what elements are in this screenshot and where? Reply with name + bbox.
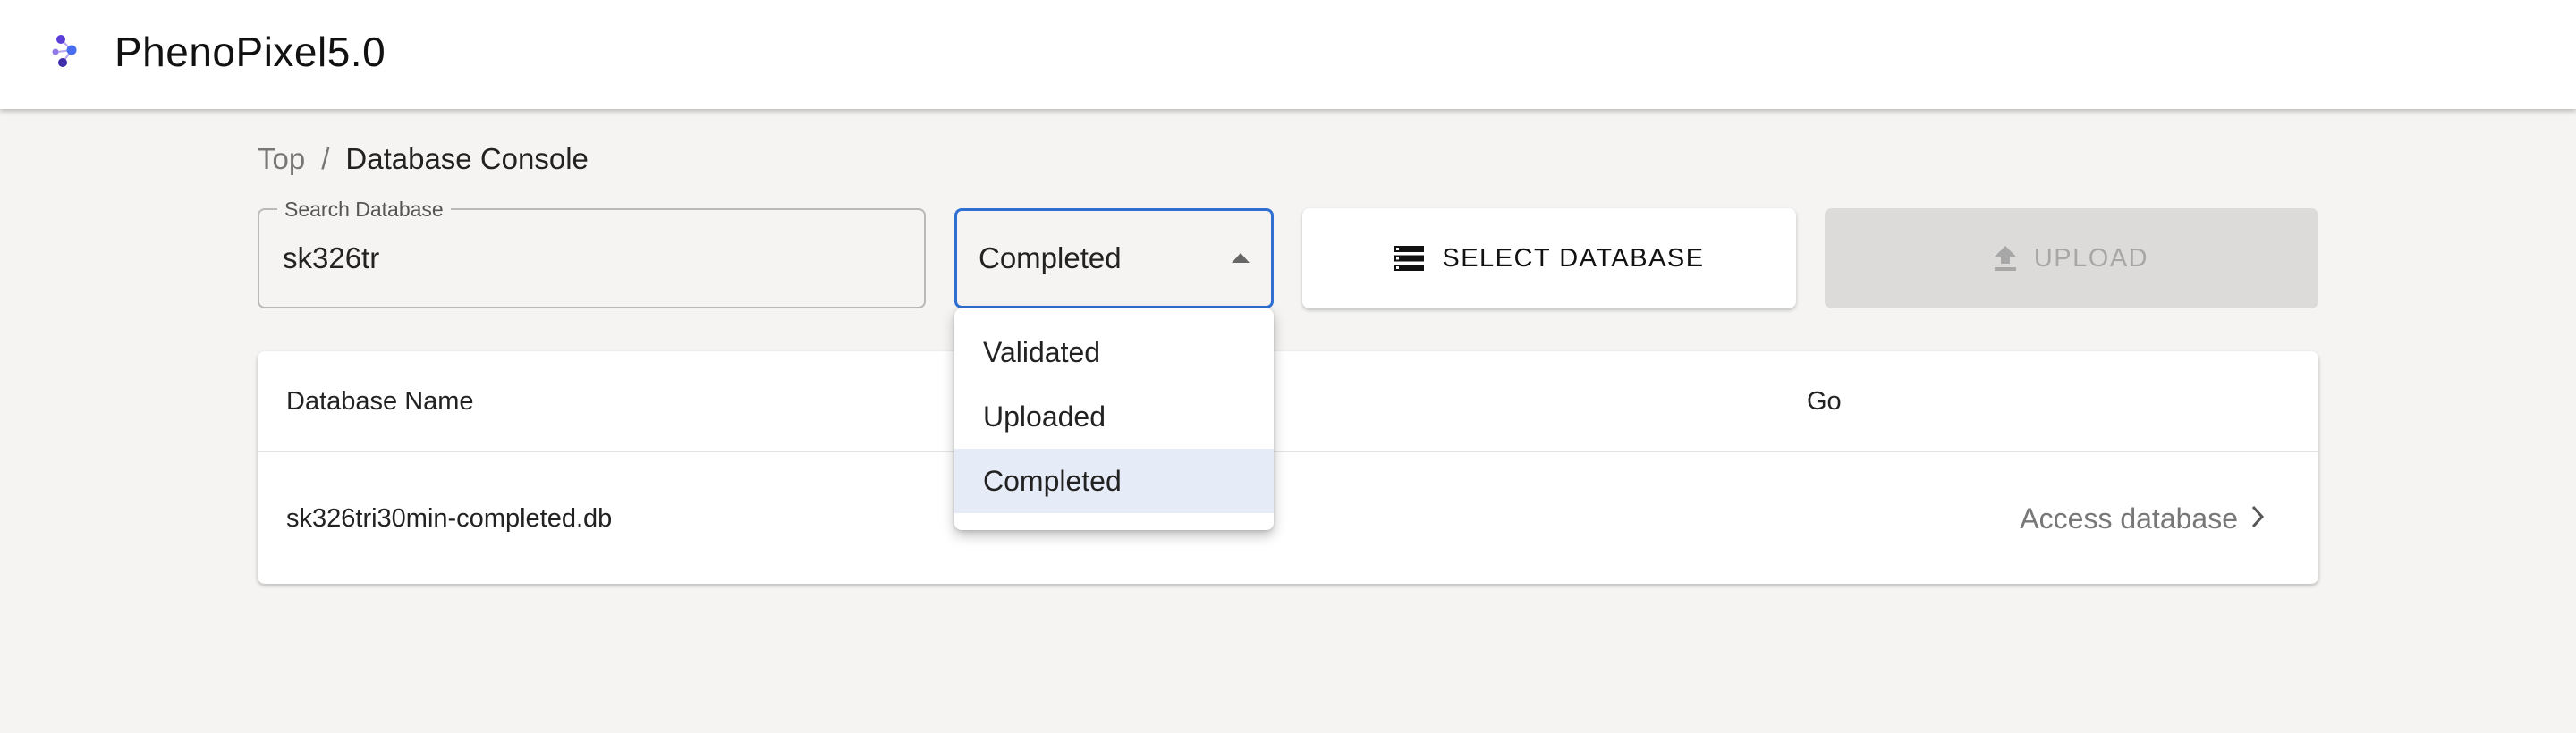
breadcrumb: Top / Database Console [258,141,589,177]
pheno-logo-icon [50,30,89,70]
table-header-row: Database Name Go [258,351,2318,452]
breadcrumb-separator: / [321,142,330,175]
status-dropdown-menu: Validated Uploaded Completed [954,308,1274,530]
table-row: sk326tri30min-completed.db Access databa… [258,454,2318,584]
column-header-database-name: Database Name [286,387,474,416]
database-table: Database Name Go sk326tri30min-completed… [258,351,2318,584]
search-input[interactable] [283,210,900,307]
select-database-button[interactable]: SELECT DATABASE [1302,208,1796,308]
menu-item-uploaded[interactable]: Uploaded [954,384,1274,449]
upload-label: UPLOAD [2033,243,2149,273]
upload-icon [1994,246,2016,271]
access-database-label: Access database [2020,502,2238,535]
access-database-link[interactable]: Access database [2020,454,2265,584]
database-name-cell: sk326tri30min-completed.db [286,504,613,533]
breadcrumb-current: Database Console [345,142,589,175]
status-select[interactable]: Completed [954,208,1274,308]
status-select-value: Completed [979,241,1122,274]
menu-item-validated[interactable]: Validated [954,320,1274,384]
storage-icon [1394,246,1425,271]
app-title: PhenoPixel5.0 [114,29,386,75]
menu-item-completed[interactable]: Completed [954,449,1274,513]
upload-button[interactable]: UPLOAD [1825,208,2318,308]
column-header-go: Go [1807,387,1842,416]
chevron-right-icon [2250,454,2265,584]
select-database-label: SELECT DATABASE [1442,243,1705,273]
app-bar: PhenoPixel5.0 [0,0,2576,109]
search-database-field: Search Database [258,198,926,308]
caret-up-icon [1232,253,1250,263]
breadcrumb-top-link[interactable]: Top [258,141,305,177]
